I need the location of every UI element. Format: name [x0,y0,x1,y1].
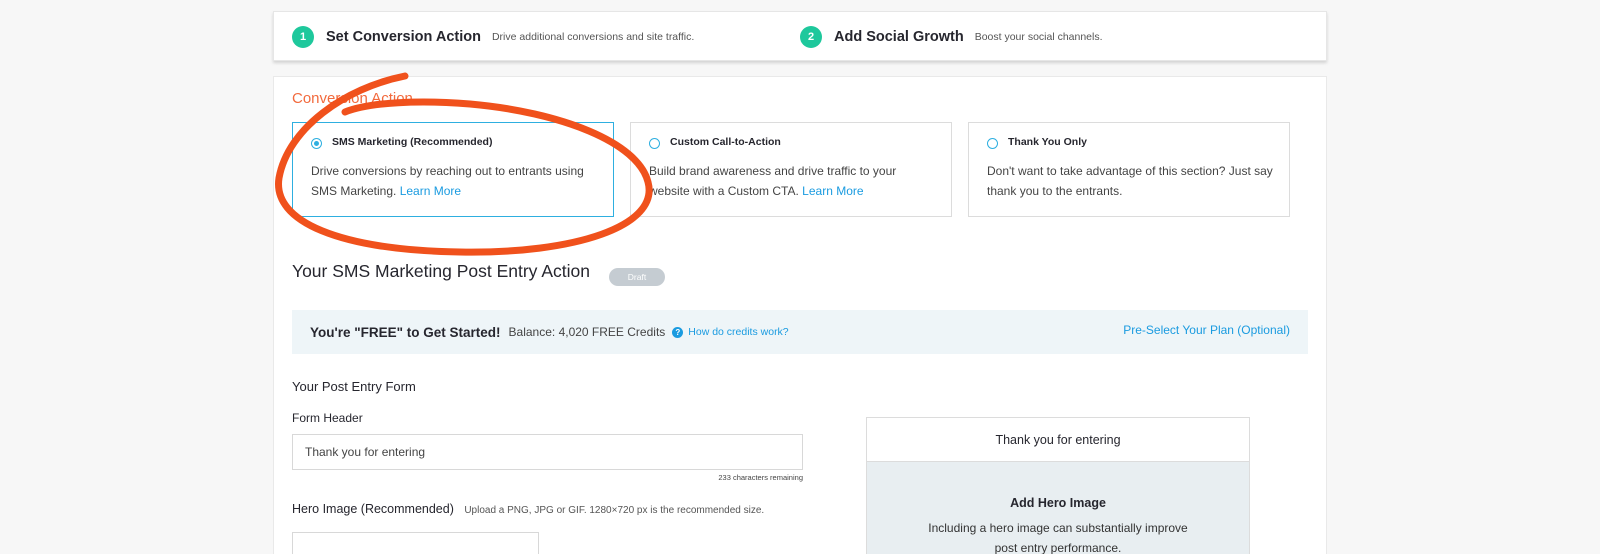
preview-header: Thank you for entering [867,418,1249,462]
step-1-number-badge: 1 [292,26,314,48]
hero-image-upload[interactable] [292,532,539,554]
status-badge: Draft [609,268,665,286]
hero-image-hint: Upload a PNG, JPG or GIF. 1280×720 px is… [464,505,765,516]
hero-image-label: Hero Image (Recommended) [292,502,454,516]
credits-help-link[interactable]: How do credits work? [688,326,788,338]
option-title: Thank You Only [1008,136,1087,148]
option-description: Build brand awareness and drive traffic … [649,161,939,201]
step-2-title: Add Social Growth [834,29,964,45]
help-icon[interactable]: ? [672,326,684,338]
step-2-description: Boost your social channels. [974,31,1103,43]
step-2-number-badge: 2 [800,26,822,48]
step-2[interactable]: 2 Add Social Growth Boost your social ch… [800,12,1103,62]
sms-marketing-radio[interactable] [311,138,322,149]
conversion-action-title: Conversion Action [292,90,413,107]
thank-you-only-radio[interactable] [987,138,998,149]
preselect-plan-link[interactable]: Pre-Select Your Plan (Optional) [1123,323,1290,337]
step-1[interactable]: 1 Set Conversion Action Drive additional… [292,12,694,62]
step-1-title: Set Conversion Action [326,29,481,45]
credits-balance: Balance: 4,020 FREE Credits [508,325,666,339]
learn-more-link[interactable]: Learn More [400,184,461,198]
characters-remaining: 233 characters remaining [718,473,803,482]
steps-bar: 1 Set Conversion Action Drive additional… [273,11,1327,61]
custom-cta-radio[interactable] [649,138,660,149]
main-card: Conversion Action SMS Marketing (Recomme… [273,76,1327,554]
form-header-label: Form Header [292,411,363,425]
option-sms-marketing[interactable]: SMS Marketing (Recommended) Drive conver… [292,122,614,217]
post-entry-preview: Thank you for entering Add Hero Image In… [866,417,1250,554]
sms-post-entry-heading: Your SMS Marketing Post Entry Action [292,261,590,281]
option-thank-you-only[interactable]: Thank You Only Don't want to take advant… [968,122,1290,217]
free-title: You're "FREE" to Get Started! [310,324,501,340]
post-entry-form-title: Your Post Entry Form [292,379,416,394]
option-custom-cta[interactable]: Custom Call-to-Action Build brand awaren… [630,122,952,217]
learn-more-link[interactable]: Learn More [802,184,863,198]
add-hero-image-title: Add Hero Image [1010,496,1106,510]
option-description: Don't want to take advantage of this sec… [987,164,1273,198]
option-title: Custom Call-to-Action [670,136,781,148]
hero-image-label-row: Hero Image (Recommended) Upload a PNG, J… [292,500,764,518]
step-1-description: Drive additional conversions and site tr… [491,31,695,43]
add-hero-image-description: Including a hero image can substantially… [928,521,1188,554]
form-header-input[interactable] [292,434,803,470]
option-description: Drive conversions by reaching out to ent… [311,161,601,201]
option-title: SMS Marketing (Recommended) [332,136,493,148]
preview-hero-placeholder[interactable]: Add Hero Image Including a hero image ca… [867,462,1249,554]
credits-banner: You're "FREE" to Get Started! Balance: 4… [292,310,1308,354]
